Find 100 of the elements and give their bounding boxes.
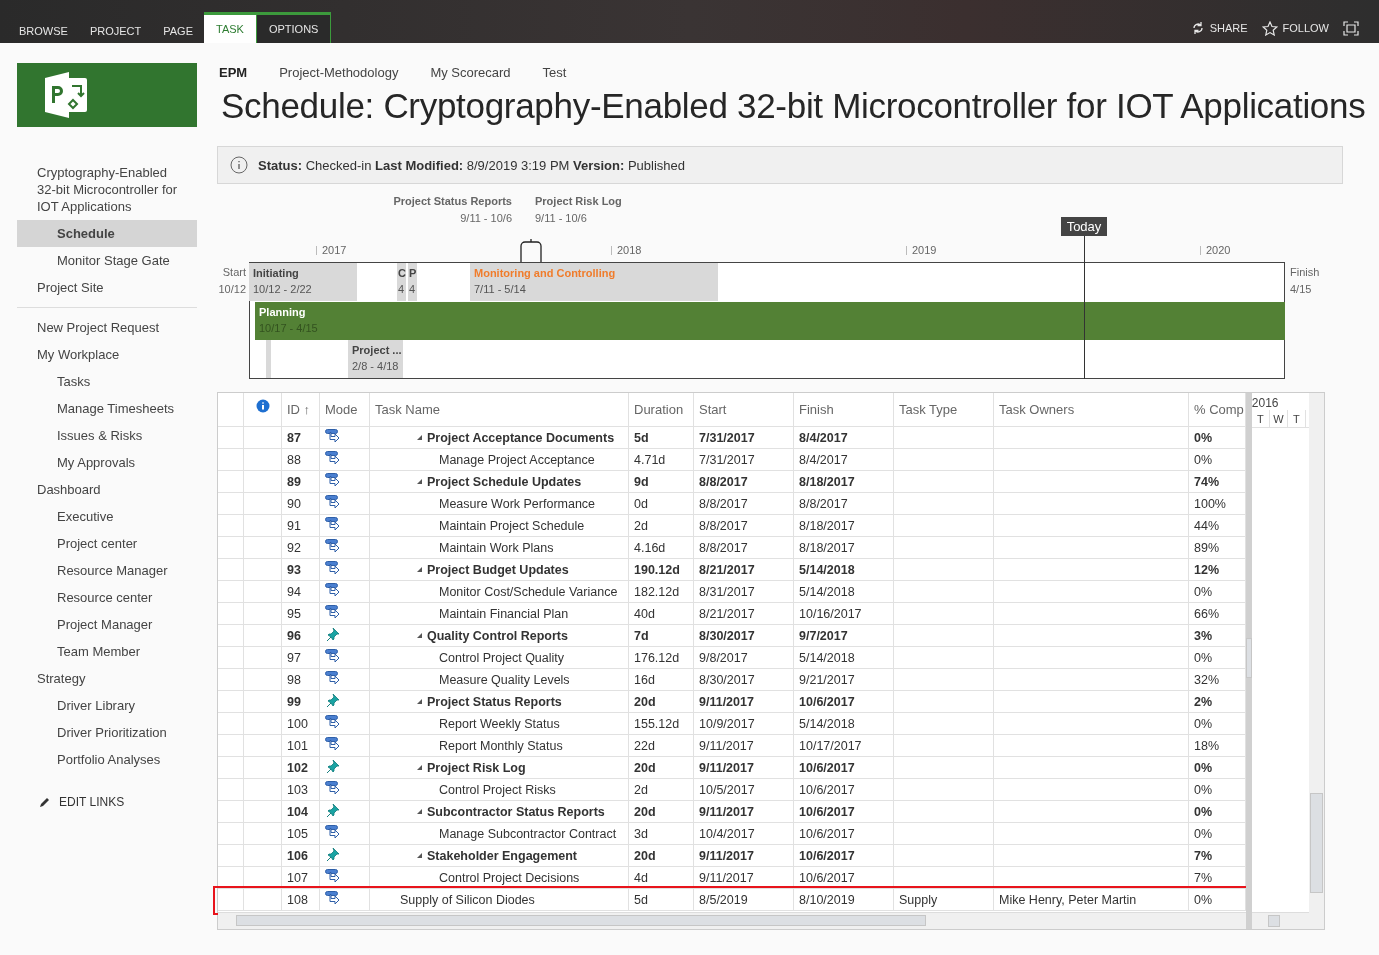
empty-cell — [244, 537, 282, 559]
column-header[interactable]: Task Owners — [994, 393, 1189, 427]
year-label: 2018 — [617, 244, 642, 256]
task-row[interactable]: 89 Project Schedule Updates 9d 8/8/2017 8/18/2017 74% — [218, 471, 1246, 493]
task-owners: Mike Henry, Peter Martin — [999, 892, 1137, 907]
collapse-icon[interactable] — [417, 853, 422, 858]
nav-link[interactable]: Portfolio Analyses — [17, 746, 197, 773]
duration-cell: 155.12d — [629, 713, 694, 735]
top-nav-link[interactable]: EPM — [219, 65, 248, 80]
nav-link[interactable]: Resource center — [17, 584, 197, 611]
task-row[interactable]: 100 Report Weekly Status 155.12d 10/9/2017 5/14/2018 0% — [218, 713, 1246, 735]
column-header[interactable]: Task Name — [370, 393, 629, 427]
nav-link[interactable]: Monitor Stage Gate — [17, 247, 197, 274]
timeline-bar[interactable]: Initiating 10/12 - 2/22 — [249, 263, 357, 301]
task-row[interactable]: 97 Control Project Quality 176.12d 9/8/2017 5/14/2018 0% — [218, 647, 1246, 669]
vertical-scrollbar[interactable] — [1309, 393, 1324, 929]
ribbon-tab[interactable]: OPTIONS — [256, 12, 332, 43]
collapse-icon[interactable] — [417, 435, 422, 440]
task-row[interactable]: 103 Control Project Risks 2d 10/5/2017 10/6/2017 0% — [218, 779, 1246, 801]
nav-link[interactable]: Driver Library — [17, 692, 197, 719]
nav-link[interactable]: Issues & Risks — [17, 422, 197, 449]
task-row[interactable]: 88 Manage Project Acceptance 4.71d 7/31/2017 8/4/2017 0% — [218, 449, 1246, 471]
collapse-icon[interactable] — [417, 699, 422, 704]
column-header[interactable]: Start — [694, 393, 794, 427]
task-row[interactable]: 99 Project Status Reports 20d 9/11/2017 10/6/2017 2% — [218, 691, 1246, 713]
nav-link[interactable]: Project Site — [17, 274, 197, 301]
ribbon-tab[interactable]: PROJECT — [78, 18, 153, 43]
task-row[interactable]: 93 Project Budget Updates 190.12d 8/21/2017 5/14/2018 12% — [218, 559, 1246, 581]
task-row[interactable]: 95 Maintain Financial Plan 40d 8/21/2017 10/16/2017 66% — [218, 603, 1246, 625]
nav-link[interactable]: Driver Prioritization — [17, 719, 197, 746]
focus-icon[interactable] — [1343, 20, 1359, 36]
column-header[interactable]: Task Type — [894, 393, 994, 427]
scroll-thumb[interactable] — [1267, 915, 1280, 927]
timeline-bar[interactable]: Project ... 2/8 - 4/18 — [348, 340, 403, 378]
column-header[interactable]: ID ↑ — [282, 393, 320, 427]
nav-link[interactable]: Tasks — [17, 368, 197, 395]
collapse-icon[interactable] — [417, 765, 422, 770]
nav-link[interactable]: Schedule — [17, 220, 197, 247]
collapse-icon[interactable] — [417, 633, 422, 638]
scroll-thumb[interactable] — [1310, 793, 1324, 893]
edit-links-link[interactable]: EDIT LINKS — [59, 795, 125, 809]
nav-link[interactable]: My Workplace — [17, 341, 197, 368]
year-label: 2019 — [912, 244, 937, 256]
task-row[interactable]: 104 Subcontractor Status Reports 20d 9/11/2017 10/6/2017 0% — [218, 801, 1246, 823]
task-row[interactable]: 102 Project Risk Log 20d 9/11/2017 10/6/2017 0% — [218, 757, 1246, 779]
ribbon-tab[interactable]: TASK — [204, 12, 257, 43]
follow-button[interactable]: FOLLOW — [1261, 20, 1329, 36]
ribbon-tab[interactable]: PAGE — [152, 18, 204, 43]
nav-link[interactable]: Manage Timesheets — [17, 395, 197, 422]
top-nav-link[interactable]: Project-Methodology — [279, 65, 399, 80]
task-row[interactable]: 101 Report Monthly Status 22d 9/11/2017 10/17/2017 18% — [218, 735, 1246, 757]
nav-link[interactable]: Dashboard — [17, 476, 197, 503]
top-nav-link[interactable]: My Scorecard — [430, 65, 511, 80]
task-row[interactable]: 90 Measure Work Performance 0d 8/8/2017 8/8/2017 100% — [218, 493, 1246, 515]
duration-cell: 4d — [629, 867, 694, 889]
collapse-icon[interactable] — [417, 809, 422, 814]
milestone-bracket-icon — [520, 239, 542, 263]
logo[interactable] — [17, 63, 197, 127]
nav-link[interactable]: Project center — [17, 530, 197, 557]
task-row[interactable]: 96 Quality Control Reports 7d 8/30/2017 9/7/2017 3% — [218, 625, 1246, 647]
task-row[interactable]: 105 Manage Subcontractor Contract 3d 10/4/2017 10/6/2017 0% — [218, 823, 1246, 845]
gantt-scrollbar[interactable] — [1251, 912, 1310, 929]
collapse-icon[interactable] — [417, 479, 422, 484]
finish-cell: 8/10/2019 — [794, 889, 894, 911]
task-row[interactable]: 91 Maintain Project Schedule 2d 8/8/2017 8/18/2017 44% — [218, 515, 1246, 537]
finish-cell: 10/6/2017 — [794, 801, 894, 823]
task-row[interactable]: 92 Maintain Work Plans 4.16d 8/8/2017 8/18/2017 89% — [218, 537, 1246, 559]
nav-link[interactable]: Team Member — [17, 638, 197, 665]
nav-link[interactable]: Cryptography-Enabled 32-bit Microcontroller for IOT Applications — [17, 159, 197, 220]
ribbon-tab[interactable]: BROWSE — [8, 18, 79, 43]
task-row[interactable]: 94 Monitor Cost/Schedule Variance 182.12d 8/31/2017 5/14/2018 0% — [218, 581, 1246, 603]
task-row[interactable]: 107 Control Project Decisions 4d 9/11/2017 10/6/2017 7% — [218, 867, 1246, 889]
timeline-bar[interactable]: C 4 — [397, 263, 406, 301]
horizontal-scrollbar[interactable] — [218, 912, 1246, 929]
start-cell: 8/30/2017 — [694, 669, 794, 691]
share-button[interactable]: SHARE — [1190, 21, 1248, 35]
nav-link[interactable]: New Project Request — [17, 314, 197, 341]
nav-link[interactable]: Strategy — [17, 665, 197, 692]
empty-cell — [218, 471, 244, 493]
task-row[interactable]: 106 Stakeholder Engagement 20d 9/11/2017 10/6/2017 7% — [218, 845, 1246, 867]
nav-link[interactable]: Resource Manager — [17, 557, 197, 584]
empty-cell — [244, 801, 282, 823]
column-header[interactable]: Finish — [794, 393, 894, 427]
task-row[interactable]: 87 Project Acceptance Documents 5d 7/31/2017 8/4/2017 0% — [218, 427, 1246, 449]
nav-link[interactable]: Executive — [17, 503, 197, 530]
scroll-thumb[interactable] — [236, 915, 926, 926]
milestone-dates: 9/11 - 10/6 — [535, 212, 587, 224]
column-header[interactable]: Duration — [629, 393, 694, 427]
collapse-icon[interactable] — [417, 567, 422, 572]
nav-link[interactable]: Project Manager — [17, 611, 197, 638]
nav-link[interactable]: My Approvals — [17, 449, 197, 476]
id-cell: 96 — [282, 625, 320, 647]
task-row[interactable]: 98 Measure Quality Levels 16d 8/30/2017 9/21/2017 32% — [218, 669, 1246, 691]
timeline-bar[interactable]: P 4 — [408, 263, 417, 301]
column-header[interactable]: Mode — [320, 393, 370, 427]
empty-cell — [244, 757, 282, 779]
finish-cell: 5/14/2018 — [794, 647, 894, 669]
timeline-bar[interactable]: Monitoring and Controlling 7/11 - 5/14 — [470, 263, 718, 301]
top-nav-link[interactable]: Test — [542, 65, 567, 80]
start-cell: 9/11/2017 — [694, 735, 794, 757]
